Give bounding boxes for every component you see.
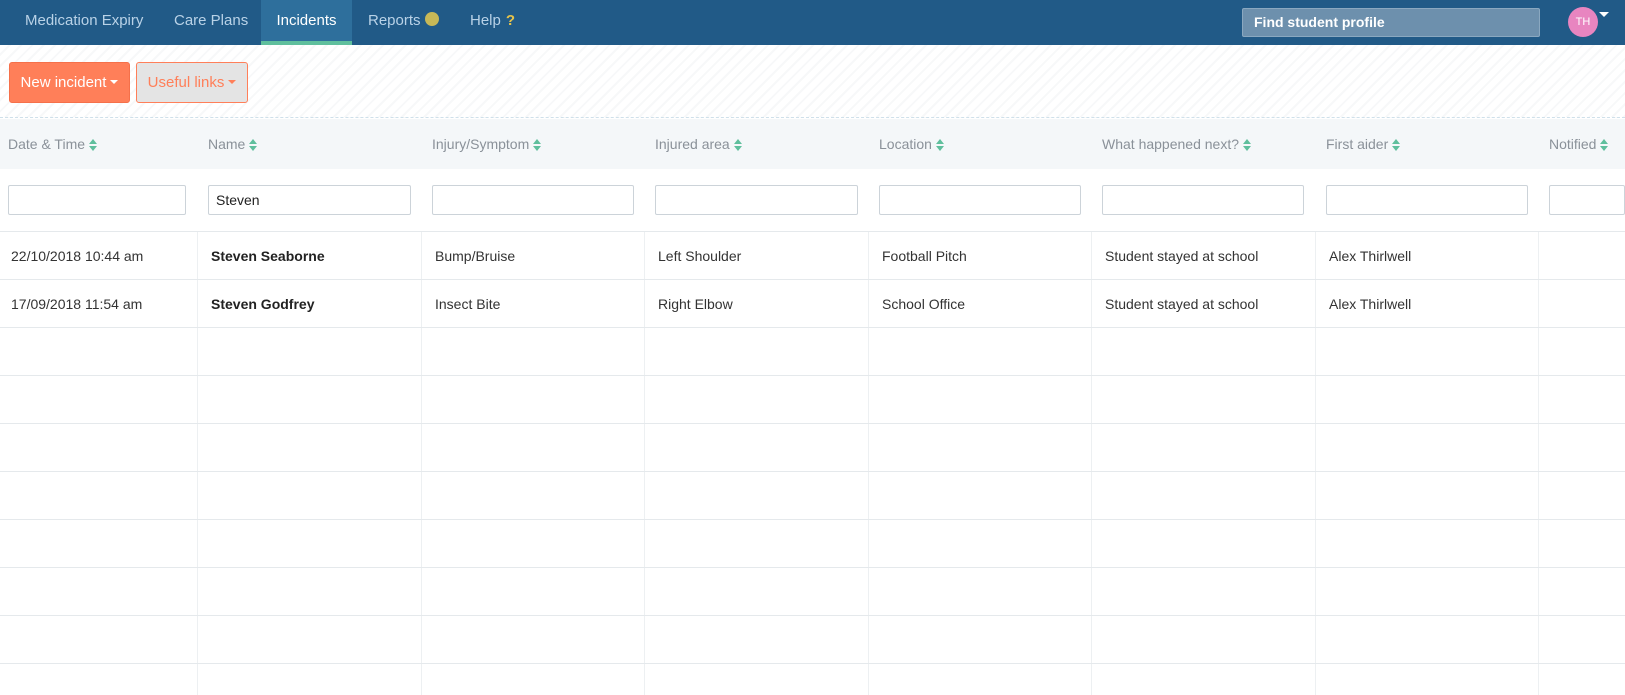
cell-area: Right Elbow <box>658 296 733 312</box>
column-label: What happened next? <box>1102 136 1239 152</box>
sort-icon[interactable] <box>533 139 542 151</box>
filter-name-input[interactable] <box>208 185 411 215</box>
column-header-datetime[interactable]: Date & Time <box>8 119 98 169</box>
empty-row <box>0 376 1625 424</box>
nav-reports[interactable]: Reports <box>368 0 439 45</box>
cell-what-next: Student stayed at school <box>1105 248 1259 264</box>
caret-down-icon <box>110 80 119 84</box>
find-student-search[interactable]: Find student profile <box>1242 8 1540 37</box>
filter-what-next-input[interactable] <box>1102 185 1304 215</box>
avatar[interactable]: TH <box>1568 7 1598 37</box>
column-label: Date & Time <box>8 136 86 152</box>
cell-first-aider: Alex Thirlwell <box>1329 248 1412 264</box>
empty-row <box>0 568 1625 616</box>
gear-icon <box>424 12 439 26</box>
column-header-notified[interactable]: Notified <box>1549 119 1609 169</box>
cell-what-next: Student stayed at school <box>1105 296 1259 312</box>
cell-datetime: 22/10/2018 10:44 am <box>11 248 144 264</box>
nav-incidents[interactable]: Incidents <box>261 0 352 45</box>
filter-first-aider-input[interactable] <box>1326 185 1528 215</box>
cell-location: Football Pitch <box>882 248 967 264</box>
sort-icon[interactable] <box>1600 139 1609 151</box>
column-label: Notified <box>1549 136 1597 152</box>
column-label: Injury/Symptom <box>432 136 530 152</box>
sort-icon[interactable] <box>1392 139 1401 151</box>
column-label: Name <box>208 136 246 152</box>
toolbar: New incident Useful links <box>0 45 1625 118</box>
filter-location-input[interactable] <box>879 185 1081 215</box>
empty-row <box>0 616 1625 664</box>
nav-help-label: Help <box>470 12 501 29</box>
cell-name[interactable]: Steven Godfrey <box>211 280 314 328</box>
new-incident-button[interactable]: New incident <box>9 62 130 103</box>
column-label: Injured area <box>655 136 730 152</box>
empty-row <box>0 328 1625 376</box>
column-label: First aider <box>1326 136 1389 152</box>
cell-location: School Office <box>882 296 966 312</box>
cell-datetime: 17/09/2018 11:54 am <box>11 296 143 312</box>
nav-help[interactable]: Help? <box>470 0 515 45</box>
cell-injury: Insect Bite <box>435 296 501 312</box>
sort-icon[interactable] <box>935 139 944 151</box>
nav-care-plans[interactable]: Care Plans <box>174 0 248 45</box>
sort-icon[interactable] <box>1243 139 1251 151</box>
column-header-what-next[interactable]: What happened next? <box>1102 119 1251 169</box>
column-header-name[interactable]: Name <box>208 119 258 169</box>
table-header: Date & Time Name Injury/Symptom Injured … <box>0 119 1625 169</box>
sort-icon[interactable] <box>89 139 98 151</box>
empty-row <box>0 472 1625 520</box>
cell-first-aider: Alex Thirlwell <box>1329 296 1412 312</box>
new-incident-label: New incident <box>20 74 107 91</box>
useful-links-button[interactable]: Useful links <box>136 62 248 103</box>
empty-row <box>0 424 1625 472</box>
nav-reports-label: Reports <box>368 12 421 29</box>
column-header-first-aider[interactable]: First aider <box>1326 119 1401 169</box>
chevron-down-icon[interactable] <box>1599 12 1609 17</box>
table-row[interactable]: 22/10/2018 10:44 am Steven Seaborne Bump… <box>0 232 1625 280</box>
filter-datetime-input[interactable] <box>8 185 186 215</box>
filter-row <box>0 169 1625 232</box>
column-header-injured-area[interactable]: Injured area <box>655 119 742 169</box>
nav-medication-expiry[interactable]: Medication Expiry <box>25 0 143 45</box>
table-body: 22/10/2018 10:44 am Steven Seaborne Bump… <box>0 232 1625 695</box>
filter-area-input[interactable] <box>655 185 858 215</box>
column-header-location[interactable]: Location <box>879 119 944 169</box>
filter-injury-input[interactable] <box>432 185 634 215</box>
question-icon: ? <box>505 12 516 29</box>
filter-notified-input[interactable] <box>1549 185 1625 215</box>
top-navbar: Medication Expiry Care Plans Incidents R… <box>0 0 1625 45</box>
sort-icon[interactable] <box>249 139 258 151</box>
cell-injury: Bump/Bruise <box>435 248 516 264</box>
cell-area: Left Shoulder <box>658 248 742 264</box>
empty-row <box>0 520 1625 568</box>
caret-down-icon <box>228 80 237 84</box>
column-header-injury[interactable]: Injury/Symptom <box>432 119 542 169</box>
cell-name[interactable]: Steven Seaborne <box>211 232 325 280</box>
useful-links-label: Useful links <box>147 74 225 91</box>
table-row[interactable]: 17/09/2018 11:54 am Steven Godfrey Insec… <box>0 280 1625 328</box>
sort-icon[interactable] <box>733 139 742 151</box>
column-label: Location <box>879 136 932 152</box>
